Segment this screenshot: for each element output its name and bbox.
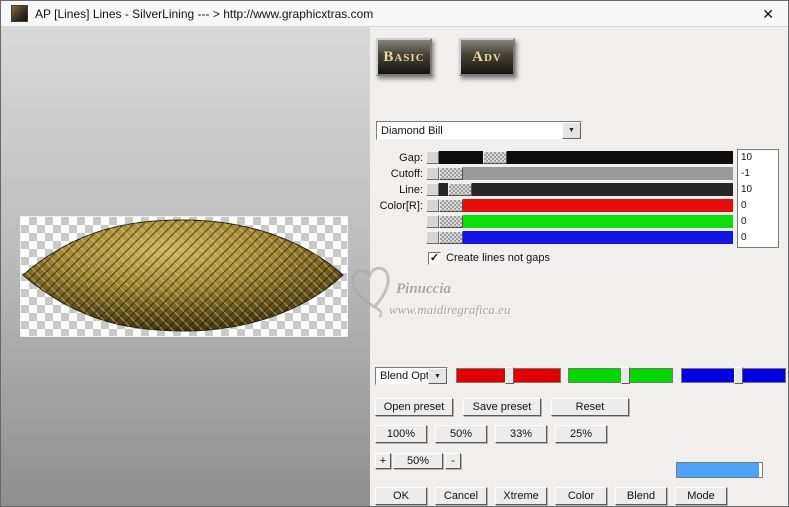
check-icon: ✓ [429, 251, 440, 264]
param-label: Gap: [399, 152, 423, 164]
plugin-window: AP [Lines] Lines - SilverLining --- > ht… [0, 0, 789, 507]
slider-rail[interactable] [439, 215, 733, 228]
chevron-down-icon[interactable]: ▼ [562, 122, 581, 139]
progress-bar [676, 462, 763, 478]
param-row-color-r: Color[R]: [370, 199, 734, 212]
close-button[interactable]: ✕ [758, 5, 778, 23]
slider-end-button[interactable] [426, 167, 439, 180]
color-b-value[interactable]: 0 [738, 230, 778, 246]
checkbox[interactable]: ✓ [428, 251, 441, 265]
preview-image[interactable] [20, 216, 348, 337]
ok-button[interactable]: OK [375, 487, 427, 505]
slider-thumb[interactable] [439, 199, 463, 212]
zoom-25-button[interactable]: 25% [555, 425, 607, 443]
slider-end-button[interactable] [426, 231, 439, 244]
xtreme-button[interactable]: Xtreme [495, 487, 547, 505]
line-value[interactable]: 10 [738, 182, 778, 198]
preset-dropdown[interactable]: Diamond Bill ▼ [376, 121, 582, 140]
create-lines-option[interactable]: ✓ Create lines not gaps [428, 251, 550, 265]
blend-button[interactable]: Blend [615, 487, 667, 505]
slider-rail[interactable] [439, 183, 733, 196]
param-label: Color[R]: [379, 200, 423, 212]
param-row-cutoff: Cutoff: [370, 167, 734, 180]
param-row-color-g [370, 215, 734, 228]
tab-basic[interactable]: Basic [376, 38, 432, 76]
slider-rail[interactable] [439, 151, 733, 164]
lens-preview-graphic [22, 219, 344, 332]
slider-thumb[interactable] [733, 367, 743, 384]
gap-slider[interactable] [426, 151, 733, 164]
slider-end-button[interactable] [426, 183, 439, 196]
color-button[interactable]: Color [555, 487, 607, 505]
slider-thumb[interactable] [439, 215, 463, 228]
slider-thumb[interactable] [447, 183, 472, 196]
zoom-in-button[interactable]: + [375, 453, 391, 469]
line-slider[interactable] [426, 183, 733, 196]
color-g-slider[interactable] [426, 215, 733, 228]
cutoff-value[interactable]: -1 [738, 166, 778, 182]
color-g-value[interactable]: 0 [738, 214, 778, 230]
zoom-out-button[interactable]: - [445, 453, 461, 469]
slider-thumb[interactable] [483, 151, 508, 164]
zoom-100-button[interactable]: 100% [375, 425, 427, 443]
chevron-down-icon[interactable]: ▼ [428, 368, 447, 384]
zoom-level-display[interactable]: 50% [393, 453, 443, 469]
param-label: Cutoff: [390, 168, 423, 180]
checkbox-label: Create lines not gaps [446, 252, 550, 264]
param-row-color-b [370, 231, 734, 244]
slider-thumb[interactable] [620, 367, 630, 384]
slider-thumb[interactable] [505, 367, 515, 384]
color-r-value[interactable]: 0 [738, 198, 778, 214]
reset-button[interactable]: Reset [551, 398, 629, 416]
zoom-50-button[interactable]: 50% [435, 425, 487, 443]
open-preset-button[interactable]: Open preset [375, 398, 453, 416]
preset-dropdown-value: Diamond Bill [381, 124, 443, 137]
slider-thumb[interactable] [439, 167, 463, 180]
slider-rail[interactable] [439, 167, 733, 180]
param-value-column: 10 -1 10 0 0 0 [737, 149, 779, 248]
cutoff-slider[interactable] [426, 167, 733, 180]
blend-red-slider[interactable] [456, 367, 561, 384]
save-preset-button[interactable]: Save preset [463, 398, 541, 416]
param-row-line: Line: [370, 183, 734, 196]
window-title: AP [Lines] Lines - SilverLining --- > ht… [35, 6, 374, 21]
slider-rail[interactable] [439, 199, 733, 212]
slider-rail[interactable] [439, 231, 733, 244]
cancel-button[interactable]: Cancel [435, 487, 487, 505]
blend-options-dropdown[interactable]: Blend Opti ▼ [375, 367, 448, 385]
controls-panel: Basic Adv Diamond Bill ▼ Gap: Cutoff: Li… [370, 27, 788, 506]
titlebar[interactable]: AP [Lines] Lines - SilverLining --- > ht… [1, 1, 788, 27]
zoom-33-button[interactable]: 33% [495, 425, 547, 443]
color-r-slider[interactable] [426, 199, 733, 212]
slider-end-button[interactable] [426, 151, 439, 164]
blend-green-slider[interactable] [568, 367, 673, 384]
slider-end-button[interactable] [426, 199, 439, 212]
color-b-slider[interactable] [426, 231, 733, 244]
slider-end-button[interactable] [426, 215, 439, 228]
blend-blue-slider[interactable] [681, 367, 786, 384]
param-label: Line: [399, 184, 423, 196]
slider-thumb[interactable] [439, 231, 463, 244]
tab-adv[interactable]: Adv [459, 38, 515, 76]
param-row-gap: Gap: [370, 151, 734, 164]
mode-button[interactable]: Mode [675, 487, 727, 505]
blend-options-value: Blend Opti [380, 370, 428, 382]
app-icon [11, 5, 28, 22]
gap-value[interactable]: 10 [738, 150, 778, 166]
progress-fill [677, 463, 760, 477]
preview-pane [1, 27, 370, 506]
